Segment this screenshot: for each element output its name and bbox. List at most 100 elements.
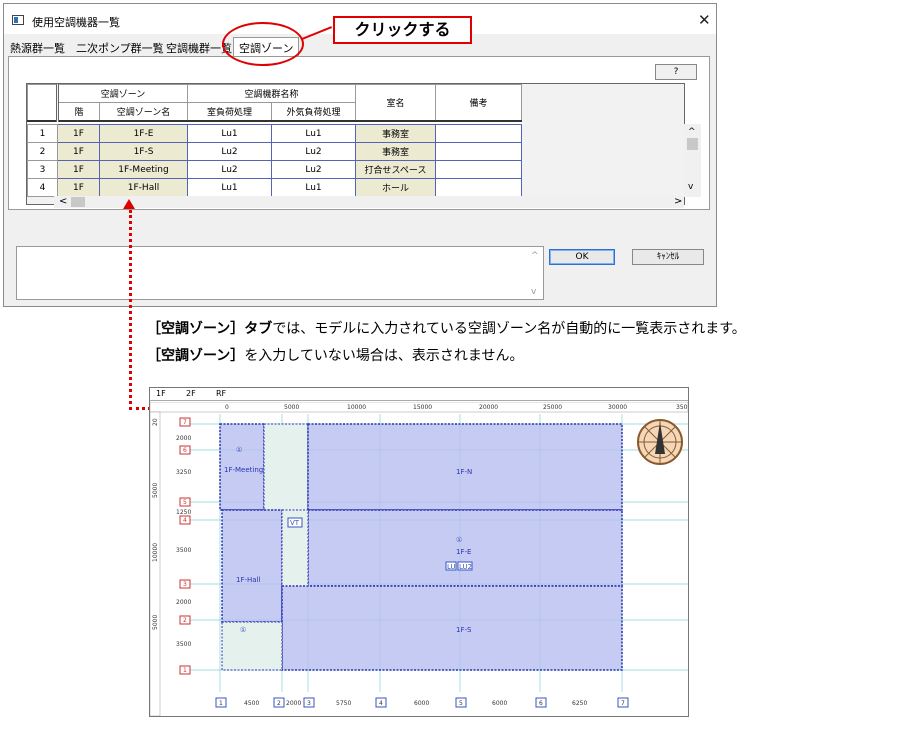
- svg-text:10000: 10000: [152, 543, 159, 562]
- svg-text:1: 1: [183, 667, 187, 674]
- svg-text:6000: 6000: [414, 700, 429, 707]
- hscroll-thumb[interactable]: [71, 197, 85, 207]
- zone-hall[interactable]: [221, 509, 283, 623]
- svg-text:1F-N: 1F-N: [456, 468, 472, 476]
- zone-corridor: [263, 423, 309, 511]
- svg-text:6250: 6250: [572, 700, 587, 707]
- header-outdoor: 外気負荷処理: [271, 102, 356, 121]
- svg-text:1250: 1250: [176, 509, 191, 516]
- zone-grid: 空調ゾーン 空調機群名称 室名 備考 階 空調ゾーン名 室負荷処理 外気負荷処理…: [26, 83, 701, 208]
- msg-scroll-down-icon[interactable]: v: [531, 287, 536, 297]
- msg-scroll-up-icon[interactable]: ^: [531, 251, 539, 261]
- svg-text:6: 6: [539, 700, 543, 707]
- svg-text:4500: 4500: [244, 700, 259, 707]
- note-line-2: ［空調ゾーン］を入力していない場合は、表示されません。: [147, 348, 524, 364]
- svg-text:2000: 2000: [176, 599, 191, 606]
- help-button[interactable]: ?: [655, 64, 697, 80]
- svg-text:3250: 3250: [176, 469, 191, 476]
- pointer-line: [129, 210, 132, 410]
- floor-tab-rf[interactable]: RF: [216, 389, 226, 398]
- svg-text:1: 1: [219, 700, 223, 707]
- vertical-scrollbar[interactable]: ^ v: [684, 124, 701, 197]
- scroll-right-icon[interactable]: >: [674, 196, 682, 207]
- scroll-thumb[interactable]: [687, 138, 698, 150]
- ok-button[interactable]: OK: [549, 249, 615, 265]
- horizontal-scrollbar[interactable]: < >: [54, 196, 684, 208]
- table-row[interactable]: 1 1F 1F-E Lu1 Lu1 事務室: [27, 124, 522, 143]
- zone-south[interactable]: [281, 585, 623, 671]
- zone-table: 空調ゾーン 空調機群名称 室名 備考 階 空調ゾーン名 室負荷処理 外気負荷処理…: [27, 84, 522, 197]
- window-title: 使用空調機器一覧: [32, 16, 120, 29]
- floor-tab-1f[interactable]: 1F: [156, 389, 166, 398]
- svg-text:15000: 15000: [413, 404, 432, 411]
- svg-text:1F-E: 1F-E: [456, 548, 471, 556]
- tab-secondary-pump[interactable]: 二次ポンプ群一覧: [76, 40, 164, 56]
- zone-north[interactable]: [307, 423, 623, 511]
- floor-tab-bar: 1F 2F RF: [150, 388, 688, 401]
- floor-plan-view: 1F 2F RF 0 5000 10000 15000 20000 25000 …: [149, 387, 689, 717]
- svg-text:LU: LU: [447, 563, 456, 571]
- svg-text:5000: 5000: [152, 615, 159, 630]
- svg-text:5: 5: [459, 700, 463, 707]
- scroll-down-icon[interactable]: v: [688, 182, 693, 192]
- svg-text:①: ①: [456, 536, 462, 544]
- table-row[interactable]: 2 1F 1F-S Lu2 Lu2 事務室: [27, 142, 522, 161]
- tab-heat-source[interactable]: 熱源群一覧: [10, 40, 65, 56]
- svg-text:4: 4: [183, 517, 187, 524]
- svg-text:①: ①: [236, 446, 242, 454]
- svg-text:2000: 2000: [286, 700, 301, 707]
- header-indoor: 室負荷処理: [187, 102, 272, 121]
- svg-text:3: 3: [307, 700, 311, 707]
- svg-text:10000: 10000: [347, 404, 366, 411]
- svg-text:2: 2: [277, 700, 281, 707]
- svg-text:5750: 5750: [336, 700, 351, 707]
- header-zone: 空調ゾーン: [57, 84, 188, 103]
- svg-text:0: 0: [225, 404, 229, 411]
- svg-text:VT: VT: [290, 519, 300, 527]
- svg-text:5000: 5000: [284, 404, 299, 411]
- svg-text:25000: 25000: [543, 404, 562, 411]
- svg-text:3500: 3500: [176, 547, 191, 554]
- svg-text:20000: 20000: [479, 404, 498, 411]
- table-row[interactable]: 3 1F 1F-Meeting Lu2 Lu2 打合せスペース: [27, 160, 522, 179]
- header-ac-name: 空調機群名称: [187, 84, 356, 103]
- compass-icon: [637, 419, 683, 465]
- dialog-window: 使用空調機器一覧 ✕ 熱源群一覧 二次ポンプ群一覧 空調機群一覧 空調ゾーン ?…: [3, 3, 717, 307]
- floor-tab-2f[interactable]: 2F: [186, 389, 196, 398]
- svg-text:2: 2: [183, 617, 187, 624]
- note-line-1: ［空調ゾーン］タブでは、モデルに入力されている空調ゾーン名が自動的に一覧表示され…: [147, 321, 746, 337]
- svg-text:7: 7: [183, 419, 187, 426]
- svg-text:5: 5: [183, 499, 187, 506]
- header-zone-name: 空調ゾーン名: [99, 102, 188, 121]
- callout-box: クリックする: [333, 16, 472, 44]
- close-icon[interactable]: ✕: [698, 11, 711, 29]
- pointer-line-h: [129, 407, 151, 410]
- scroll-up-icon[interactable]: ^: [688, 127, 696, 137]
- svg-text:350: 350: [676, 404, 688, 411]
- header-room: 室名: [355, 84, 436, 121]
- svg-text:6: 6: [183, 447, 187, 454]
- zone-stair: [221, 621, 283, 671]
- svg-text:2000: 2000: [176, 435, 191, 442]
- app-icon: [12, 15, 24, 25]
- svg-text:30000: 30000: [608, 404, 627, 411]
- svg-text:20: 20: [152, 418, 159, 426]
- table-row[interactable]: 4 1F 1F-Hall Lu1 Lu1 ホール: [27, 178, 522, 197]
- svg-text:7: 7: [621, 700, 625, 707]
- svg-text:LU2: LU2: [459, 563, 472, 571]
- cancel-button[interactable]: ｷｬﾝｾﾙ: [632, 249, 704, 265]
- svg-text:1F-Hall: 1F-Hall: [236, 576, 261, 584]
- svg-text:①: ①: [240, 626, 246, 634]
- floor-plan-canvas[interactable]: 0 5000 10000 15000 20000 25000 30000 350…: [150, 402, 688, 716]
- status-strip: [8, 209, 710, 235]
- scroll-left-icon[interactable]: <: [59, 196, 67, 207]
- row-markers: 7 6 5 4 3 2 1: [179, 417, 191, 675]
- arrow-head-icon: [123, 199, 135, 209]
- svg-text:1F-Meeting: 1F-Meeting: [224, 466, 263, 474]
- svg-text:3: 3: [183, 581, 187, 588]
- svg-text:3500: 3500: [176, 641, 191, 648]
- header-remarks: 備考: [435, 84, 522, 121]
- svg-text:5000: 5000: [152, 483, 159, 498]
- svg-text:4: 4: [379, 700, 383, 707]
- message-area: ^ v: [16, 246, 544, 300]
